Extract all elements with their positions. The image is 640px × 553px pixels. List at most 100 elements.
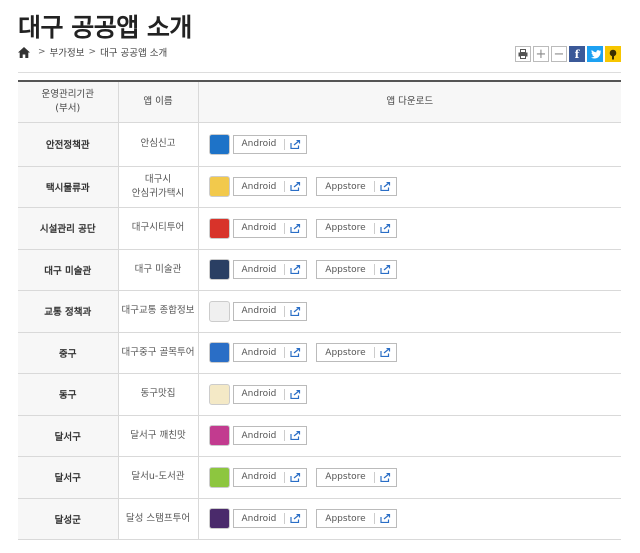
agency-cell: 안전정책관: [18, 122, 118, 167]
android-download-button[interactable]: Android: [232, 177, 308, 197]
agency-cell: 달서구: [18, 456, 118, 499]
table-row: 동구 동구맛집 Android: [18, 373, 621, 416]
external-link-icon: [373, 222, 396, 234]
appstore-label: Appstore: [325, 181, 366, 192]
download-cell: Android: [197, 415, 621, 457]
page-title: 대구 공공앱 소개: [18, 13, 192, 42]
external-link-icon: [284, 138, 306, 150]
android-label: Android: [241, 430, 277, 441]
external-link-icon: [373, 347, 396, 359]
android-download-button[interactable]: Android: [232, 343, 308, 363]
table-row: 시설관리 공단 대구시티투어 Android Appstore: [18, 207, 621, 250]
appstore-label: Appstore: [325, 513, 366, 524]
appstore-label: Appstore: [325, 347, 366, 358]
print-icon[interactable]: [515, 46, 531, 62]
header-download: 앱 다운로드: [197, 81, 621, 123]
taxi-icon: [208, 176, 230, 198]
app-name-cell: 대구중구 골목투어: [117, 332, 198, 374]
agency-cell: 달서구: [18, 415, 118, 457]
alley-tour-icon: [208, 342, 230, 364]
appstore-download-button[interactable]: Appstore: [316, 218, 397, 238]
android-download-button[interactable]: Android: [232, 426, 308, 446]
page-tools: + − f: [515, 46, 621, 62]
appstore-download-button[interactable]: Appstore: [316, 177, 397, 197]
android-download-button[interactable]: Android: [232, 509, 308, 529]
header-app-name: 앱 이름: [117, 81, 198, 123]
table-row: 대구 미술관 대구 미술관 Android Appstore: [18, 249, 621, 291]
external-link-icon: [284, 305, 306, 317]
app-name-cell: 대구 미술관: [117, 249, 198, 291]
agency-cell: 택시물류과: [18, 166, 118, 208]
facebook-share-icon[interactable]: f: [569, 46, 585, 62]
agency-cell: 교통 정책과: [18, 290, 118, 333]
download-cell: Android Appstore: [197, 166, 621, 208]
breadcrumb: > 부가정보 > 대구 공공앱 소개: [18, 45, 167, 59]
traffic-info-icon: [208, 300, 230, 322]
appstore-download-button[interactable]: Appstore: [316, 260, 397, 280]
agency-cell: 대구 미술관: [18, 249, 118, 291]
public-apps-table: 운영관리기관 (부서) 앱 이름 앱 다운로드 안전정책관 안심신고 Andro…: [18, 80, 621, 540]
zoom-out-button[interactable]: −: [551, 46, 567, 62]
download-cell: Android Appstore: [197, 207, 621, 250]
download-cell: Android Appstore: [197, 456, 621, 499]
appstore-label: Appstore: [325, 264, 366, 275]
table-row: 교통 정책과 대구교통 종합정보 Android: [18, 290, 621, 333]
art-museum-icon: [208, 259, 230, 281]
download-cell: Android: [197, 122, 621, 167]
android-download-button[interactable]: Android: [232, 134, 308, 154]
external-link-icon: [284, 222, 306, 234]
app-name-cell: 대구시티투어: [117, 207, 198, 250]
appstore-label: Appstore: [325, 472, 366, 483]
external-link-icon: [284, 388, 306, 400]
app-name-cell: 안심신고: [117, 122, 198, 167]
external-link-icon: [284, 264, 306, 276]
breadcrumb-item-current: 대구 공공앱 소개: [100, 48, 168, 59]
breadcrumb-separator: >: [88, 47, 97, 57]
agency-cell: 중구: [18, 332, 118, 374]
table-header-row: 운영관리기관 (부서) 앱 이름 앱 다운로드: [18, 81, 621, 123]
kakaostory-share-icon[interactable]: [605, 46, 621, 62]
zoom-in-button[interactable]: +: [533, 46, 549, 62]
android-download-button[interactable]: Android: [232, 260, 308, 280]
dalseo-food-icon: [208, 425, 230, 447]
android-label: Android: [241, 264, 277, 275]
agency-cell: 동구: [18, 373, 118, 416]
android-download-button[interactable]: Android: [232, 218, 308, 238]
app-name-cell: 달성 스탬프투어: [117, 498, 198, 540]
home-icon[interactable]: [18, 46, 30, 58]
external-link-icon: [373, 513, 396, 525]
external-link-icon: [373, 264, 396, 276]
download-cell: Android Appstore: [197, 249, 621, 291]
table-row: 달서구 달서구 깨친맛 Android: [18, 415, 621, 457]
download-cell: Android: [197, 290, 621, 333]
android-download-button[interactable]: Android: [232, 301, 308, 321]
android-label: Android: [241, 347, 277, 358]
breadcrumb-item-info[interactable]: 부가정보: [50, 45, 85, 59]
external-link-icon: [373, 181, 396, 193]
external-link-icon: [284, 430, 306, 442]
android-label: Android: [241, 139, 277, 149]
external-link-icon: [284, 181, 306, 193]
appstore-download-button[interactable]: Appstore: [316, 343, 397, 363]
android-label: Android: [241, 472, 277, 483]
appstore-download-button[interactable]: Appstore: [316, 467, 397, 487]
agency-cell: 달성군: [18, 498, 118, 540]
stamp-tour-icon: [208, 508, 230, 530]
appstore-download-button[interactable]: Appstore: [316, 509, 397, 529]
table-row: 달성군 달성 스탬프투어 Android Appstore: [18, 498, 621, 540]
app-name-cell: 달서u-도서관: [117, 456, 198, 499]
table-row: 안전정책관 안심신고 Android: [18, 122, 621, 167]
table-row: 중구 대구중구 골목투어 Android Appstore: [18, 332, 621, 374]
android-label: Android: [241, 223, 277, 234]
title-divider: [18, 72, 621, 73]
table-row: 달서구 달서u-도서관 Android Appstore: [18, 456, 621, 499]
twitter-share-icon[interactable]: [587, 46, 603, 62]
restaurant-icon: [208, 383, 230, 405]
android-label: Android: [241, 181, 277, 192]
city-tour-icon: [208, 217, 230, 239]
external-link-icon: [284, 347, 306, 359]
external-link-icon: [284, 513, 306, 525]
android-download-button[interactable]: Android: [232, 467, 308, 487]
android-download-button[interactable]: Android: [232, 384, 308, 404]
safety-report-icon: [208, 133, 230, 155]
